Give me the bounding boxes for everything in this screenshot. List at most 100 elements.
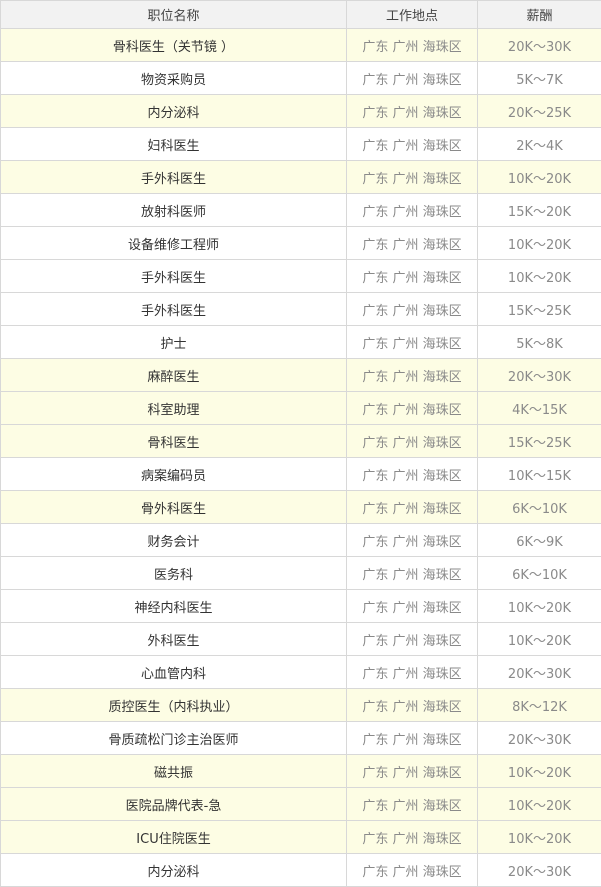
table-row[interactable]: 骨外科医生广东 广州 海珠区6K～10K xyxy=(1,491,601,524)
job-location: 广东 广州 海珠区 xyxy=(347,128,478,161)
table-row[interactable]: 手外科医生广东 广州 海珠区15K～25K xyxy=(1,293,601,326)
table-row[interactable]: 手外科医生广东 广州 海珠区10K～20K xyxy=(1,161,601,194)
job-location: 广东 广州 海珠区 xyxy=(347,293,478,326)
job-salary: 20K～30K xyxy=(478,29,601,62)
job-location: 广东 广州 海珠区 xyxy=(347,788,478,821)
job-title-link[interactable]: 科室助理 xyxy=(1,392,347,425)
job-title-link[interactable]: 骨质疏松门诊主治医师 xyxy=(1,722,347,755)
job-location: 广东 广州 海珠区 xyxy=(347,161,478,194)
job-salary: 5K～7K xyxy=(478,62,601,95)
job-salary: 10K～20K xyxy=(478,590,601,623)
job-location: 广东 广州 海珠区 xyxy=(347,524,478,557)
table-row[interactable]: 科室助理广东 广州 海珠区4K～15K xyxy=(1,392,601,425)
job-table: 职位名称 工作地点 薪酬 骨科医生（关节镜 ）广东 广州 海珠区20K～30K物… xyxy=(0,0,601,887)
job-title-link[interactable]: 质控医生（内科执业） xyxy=(1,689,347,722)
job-location: 广东 广州 海珠区 xyxy=(347,821,478,854)
job-title-link[interactable]: 外科医生 xyxy=(1,623,347,656)
job-title-link[interactable]: 医务科 xyxy=(1,557,347,590)
job-title-link[interactable]: 手外科医生 xyxy=(1,260,347,293)
job-salary: 6K～10K xyxy=(478,491,601,524)
job-list: 骨科医生（关节镜 ）广东 广州 海珠区20K～30K物资采购员广东 广州 海珠区… xyxy=(1,29,601,887)
job-location: 广东 广州 海珠区 xyxy=(347,656,478,689)
job-location: 广东 广州 海珠区 xyxy=(347,326,478,359)
job-location: 广东 广州 海珠区 xyxy=(347,95,478,128)
job-title-link[interactable]: 心血管内科 xyxy=(1,656,347,689)
job-salary: 10K～20K xyxy=(478,788,601,821)
job-title-link[interactable]: 内分泌科 xyxy=(1,95,347,128)
job-location: 广东 广州 海珠区 xyxy=(347,260,478,293)
job-title-link[interactable]: 麻醉医生 xyxy=(1,359,347,392)
table-row[interactable]: 质控医生（内科执业）广东 广州 海珠区8K～12K xyxy=(1,689,601,722)
job-salary: 10K～20K xyxy=(478,821,601,854)
job-location: 广东 广州 海珠区 xyxy=(347,458,478,491)
job-salary: 20K～25K xyxy=(478,95,601,128)
job-salary: 20K～30K xyxy=(478,722,601,755)
job-salary: 6K～10K xyxy=(478,557,601,590)
header-title: 职位名称 xyxy=(1,1,347,29)
job-salary: 2K～4K xyxy=(478,128,601,161)
job-title-link[interactable]: 财务会计 xyxy=(1,524,347,557)
job-location: 广东 广州 海珠区 xyxy=(347,359,478,392)
job-location: 广东 广州 海珠区 xyxy=(347,623,478,656)
job-location: 广东 广州 海珠区 xyxy=(347,590,478,623)
job-location: 广东 广州 海珠区 xyxy=(347,29,478,62)
job-location: 广东 广州 海珠区 xyxy=(347,425,478,458)
job-location: 广东 广州 海珠区 xyxy=(347,491,478,524)
job-location: 广东 广州 海珠区 xyxy=(347,227,478,260)
table-row[interactable]: 医院品牌代表-急广东 广州 海珠区10K～20K xyxy=(1,788,601,821)
job-salary: 10K～20K xyxy=(478,161,601,194)
job-title-link[interactable]: 神经内科医生 xyxy=(1,590,347,623)
table-row[interactable]: 物资采购员广东 广州 海珠区5K～7K xyxy=(1,62,601,95)
job-title-link[interactable]: 骨外科医生 xyxy=(1,491,347,524)
table-row[interactable]: ICU住院医生广东 广州 海珠区10K～20K xyxy=(1,821,601,854)
job-title-link[interactable]: 骨科医生 xyxy=(1,425,347,458)
table-row[interactable]: 手外科医生广东 广州 海珠区10K～20K xyxy=(1,260,601,293)
job-title-link[interactable]: 手外科医生 xyxy=(1,161,347,194)
table-row[interactable]: 骨科医生广东 广州 海珠区15K～25K xyxy=(1,425,601,458)
header-location: 工作地点 xyxy=(347,1,478,29)
job-title-link[interactable]: 医院品牌代表-急 xyxy=(1,788,347,821)
job-title-link[interactable]: 手外科医生 xyxy=(1,293,347,326)
job-location: 广东 广州 海珠区 xyxy=(347,392,478,425)
job-salary: 20K～30K xyxy=(478,359,601,392)
table-row[interactable]: 神经内科医生广东 广州 海珠区10K～20K xyxy=(1,590,601,623)
table-row[interactable]: 护士广东 广州 海珠区5K～8K xyxy=(1,326,601,359)
table-row[interactable]: 病案编码员广东 广州 海珠区10K～15K xyxy=(1,458,601,491)
table-row[interactable]: 麻醉医生广东 广州 海珠区20K～30K xyxy=(1,359,601,392)
job-salary: 10K～20K xyxy=(478,755,601,788)
job-title-link[interactable]: ICU住院医生 xyxy=(1,821,347,854)
job-title-link[interactable]: 病案编码员 xyxy=(1,458,347,491)
job-salary: 15K～25K xyxy=(478,293,601,326)
job-title-link[interactable]: 磁共振 xyxy=(1,755,347,788)
table-row[interactable]: 医务科广东 广州 海珠区6K～10K xyxy=(1,557,601,590)
job-location: 广东 广州 海珠区 xyxy=(347,194,478,227)
header-row: 职位名称 工作地点 薪酬 xyxy=(1,1,601,29)
job-title-link[interactable]: 物资采购员 xyxy=(1,62,347,95)
job-title-link[interactable]: 内分泌科 xyxy=(1,854,347,887)
job-salary: 4K～15K xyxy=(478,392,601,425)
job-location: 广东 广州 海珠区 xyxy=(347,557,478,590)
job-location: 广东 广州 海珠区 xyxy=(347,689,478,722)
header-salary: 薪酬 xyxy=(478,1,601,29)
job-salary: 10K～20K xyxy=(478,260,601,293)
table-row[interactable]: 外科医生广东 广州 海珠区10K～20K xyxy=(1,623,601,656)
job-title-link[interactable]: 妇科医生 xyxy=(1,128,347,161)
table-row[interactable]: 财务会计广东 广州 海珠区6K～9K xyxy=(1,524,601,557)
job-title-link[interactable]: 骨科医生（关节镜 ） xyxy=(1,29,347,62)
table-row[interactable]: 磁共振广东 广州 海珠区10K～20K xyxy=(1,755,601,788)
table-row[interactable]: 心血管内科广东 广州 海珠区20K～30K xyxy=(1,656,601,689)
job-location: 广东 广州 海珠区 xyxy=(347,62,478,95)
job-salary: 15K～25K xyxy=(478,425,601,458)
job-title-link[interactable]: 护士 xyxy=(1,326,347,359)
job-title-link[interactable]: 设备维修工程师 xyxy=(1,227,347,260)
table-row[interactable]: 内分泌科广东 广州 海珠区20K～30K xyxy=(1,854,601,887)
table-row[interactable]: 骨质疏松门诊主治医师广东 广州 海珠区20K～30K xyxy=(1,722,601,755)
table-row[interactable]: 内分泌科广东 广州 海珠区20K～25K xyxy=(1,95,601,128)
job-salary: 15K～20K xyxy=(478,194,601,227)
job-salary: 5K～8K xyxy=(478,326,601,359)
table-row[interactable]: 放射科医师广东 广州 海珠区15K～20K xyxy=(1,194,601,227)
table-row[interactable]: 妇科医生广东 广州 海珠区2K～4K xyxy=(1,128,601,161)
job-title-link[interactable]: 放射科医师 xyxy=(1,194,347,227)
table-row[interactable]: 骨科医生（关节镜 ）广东 广州 海珠区20K～30K xyxy=(1,29,601,62)
table-row[interactable]: 设备维修工程师广东 广州 海珠区10K～20K xyxy=(1,227,601,260)
